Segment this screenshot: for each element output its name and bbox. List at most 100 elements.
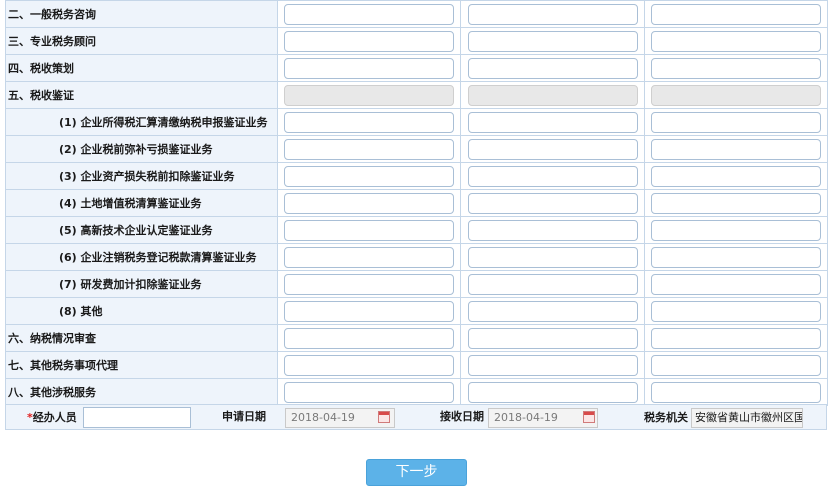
value-cell [644,270,828,298]
value-cell [460,54,645,82]
service-table: 二、一般税务咨询 三、专业税务顾问 四、税收策划 五、税收鉴证 (1) 企业所得税汇算清… [5,0,828,406]
value-cell [277,54,461,82]
value-input[interactable] [284,192,454,214]
receive-date-label: 接收日期 [440,410,484,423]
value-cell [460,0,645,28]
table-row: 五、税收鉴证 [5,81,828,109]
value-input[interactable] [284,381,454,403]
value-input[interactable] [651,246,821,268]
value-input[interactable] [467,57,638,79]
value-input[interactable] [651,300,821,322]
table-row: 三、专业税务顾问 [5,27,828,55]
row-label: (5) 高新技术企业认定鉴证业务 [5,216,278,244]
value-cell [460,324,645,352]
row-label: (1) 企业所得税汇算清缴纳税申报鉴证业务 [5,108,278,136]
value-input[interactable] [651,3,821,25]
value-input[interactable] [651,165,821,187]
value-input[interactable] [651,30,821,52]
value-input[interactable] [651,138,821,160]
value-input[interactable] [467,138,638,160]
value-input[interactable] [651,192,821,214]
value-cell [644,108,828,136]
table-row: 七、其他税务事项代理 [5,351,828,379]
disabled-value-input [651,84,821,106]
value-cell [277,135,461,163]
value-input[interactable] [467,246,638,268]
apply-date-value: 2018-04-19 [291,411,355,424]
value-input[interactable] [467,327,638,349]
value-cell [460,108,645,136]
value-input[interactable] [284,273,454,295]
value-cell [277,378,461,406]
table-row: (2) 企业税前弥补亏损鉴证业务 [5,135,828,163]
value-cell [644,54,828,82]
value-input[interactable] [651,111,821,133]
value-input[interactable] [467,354,638,376]
value-cell [277,243,461,271]
value-cell [644,189,828,217]
value-input[interactable] [467,219,638,241]
value-input[interactable] [467,165,638,187]
value-cell [644,162,828,190]
value-input[interactable] [284,30,454,52]
value-input[interactable] [651,327,821,349]
value-cell [644,378,828,406]
value-input[interactable] [651,381,821,403]
value-cell [277,162,461,190]
row-label: (6) 企业注销税务登记税款清算鉴证业务 [5,243,278,271]
value-input[interactable] [284,219,454,241]
row-label: (3) 企业资产损失税前扣除鉴证业务 [5,162,278,190]
value-input[interactable] [467,381,638,403]
value-cell [277,270,461,298]
value-cell [460,216,645,244]
next-step-button[interactable]: 下一步 [366,459,467,486]
calendar-icon[interactable] [583,411,595,423]
value-cell [460,243,645,271]
row-label: 六、纳税情况审查 [5,324,278,352]
row-label: (8) 其他 [5,297,278,325]
row-label: 四、税收策划 [5,54,278,82]
receive-date-field[interactable]: 2018-04-19 [488,408,598,428]
value-input[interactable] [651,219,821,241]
value-input[interactable] [651,354,821,376]
table-row: 二、一般税务咨询 [5,0,828,28]
value-cell [644,351,828,379]
value-cell [644,243,828,271]
table-row: (7) 研发费加计扣除鉴证业务 [5,270,828,298]
value-input[interactable] [284,57,454,79]
table-row: (8) 其他 [5,297,828,325]
table-row: (1) 企业所得税汇算清缴纳税申报鉴证业务 [5,108,828,136]
value-input[interactable] [651,57,821,79]
value-cell [277,324,461,352]
value-cell [277,351,461,379]
table-row: 四、税收策划 [5,54,828,82]
row-label: 三、专业税务顾问 [5,27,278,55]
value-input[interactable] [467,111,638,133]
value-input[interactable] [284,138,454,160]
value-cell [277,297,461,325]
table-row: (3) 企业资产损失税前扣除鉴证业务 [5,162,828,190]
value-input[interactable] [467,300,638,322]
value-input[interactable] [284,327,454,349]
value-cell [644,27,828,55]
value-input[interactable] [467,273,638,295]
row-label: (7) 研发费加计扣除鉴证业务 [5,270,278,298]
value-input[interactable] [467,192,638,214]
value-input[interactable] [284,300,454,322]
value-cell [460,378,645,406]
value-input[interactable] [651,273,821,295]
value-input[interactable] [284,165,454,187]
value-input[interactable] [467,3,638,25]
value-cell [277,108,461,136]
handler-input[interactable] [83,407,191,428]
value-input[interactable] [284,354,454,376]
calendar-icon[interactable] [378,411,390,423]
value-input[interactable] [284,246,454,268]
value-cell [644,135,828,163]
value-input[interactable] [284,3,454,25]
value-input[interactable] [284,111,454,133]
row-label: 五、税收鉴证 [5,81,278,109]
value-input[interactable] [467,30,638,52]
disabled-value-input [467,84,638,106]
row-label: 七、其他税务事项代理 [5,351,278,379]
